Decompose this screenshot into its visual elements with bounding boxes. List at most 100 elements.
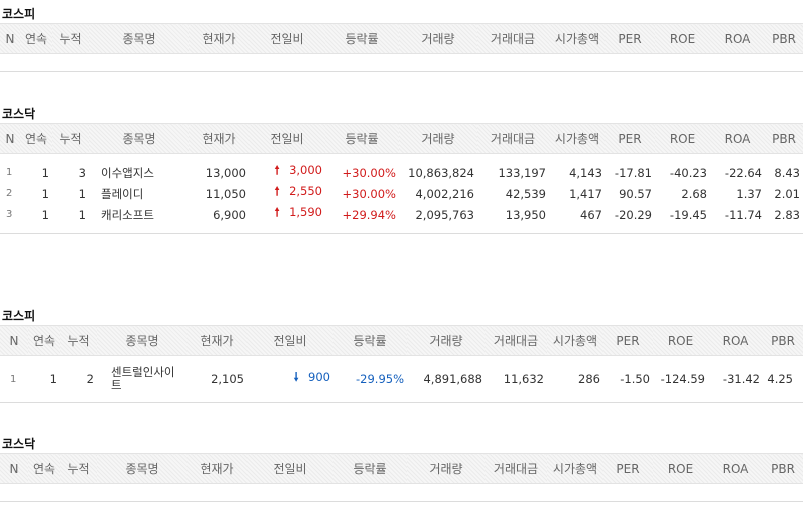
col-header-volume[interactable]: 거래량 [399,23,477,54]
col-header-change[interactable]: 전일비 [247,453,333,484]
col-header-roe[interactable]: ROE [655,23,710,54]
col-header-mktcap[interactable]: 시가총액 [547,453,603,484]
col-header-volume[interactable]: 거래량 [407,453,485,484]
pbr-value: 8.43 [774,165,800,180]
stock-table: N 연속 누적 종목명 현재가 전일비 등락률 거래량 거래대금 시가총액 PE… [0,453,803,502]
col-header-change[interactable]: 전일비 [247,325,333,356]
col-header-mktcap[interactable]: 시가총액 [549,23,605,54]
col-header-total[interactable]: 누적 [60,325,97,356]
col-header-rate[interactable]: 등락률 [333,325,407,356]
col-header-amount[interactable]: 거래대금 [477,123,549,154]
section-kosdaq-upper: 코스닥 N 연속 누적 종목명 현재가 전일비 등락률 거래량 거래대금 시가총… [0,105,803,240]
col-header-change[interactable]: 전일비 [249,23,325,54]
per-value: -20.29 [614,207,652,222]
col-header-roa[interactable]: ROA [710,23,765,54]
roa-value: -31.42 [708,355,763,403]
col-header-streak[interactable]: 연속 [20,123,52,154]
section-kosdaq-lower: 코스닥 N 연속 누적 종목명 현재가 전일비 등락률 거래량 거래대금 시가총… [0,435,803,505]
col-header-pbr[interactable]: PBR [763,453,803,484]
col-header-n[interactable]: N [0,23,20,54]
change-cell: 🠕 2,550 [249,183,325,204]
current-price: 6,900 [213,207,246,222]
stock-name-link[interactable]: 캐리소프트 [89,204,189,225]
col-header-roe[interactable]: ROE [653,325,708,356]
stock-name-link[interactable]: 플레이디 [89,183,189,204]
col-header-price[interactable]: 현재가 [187,453,247,484]
total-count: 3 [78,165,86,180]
col-header-volume[interactable]: 거래량 [407,325,485,356]
stock-name-link[interactable]: 센트럴인사이트 [97,355,187,403]
empty-row [0,53,803,72]
section-kospi-lower: 코스피 N 연속 누적 종목명 현재가 전일비 등락률 거래량 거래대금 시가총… [0,307,803,403]
col-header-n[interactable]: N [0,325,28,356]
col-header-per[interactable]: PER [603,453,653,484]
col-header-volume[interactable]: 거래량 [399,123,477,154]
col-header-roa[interactable]: ROA [710,123,765,154]
col-header-pbr[interactable]: PBR [765,23,803,54]
volume: 10,863,824 [408,165,474,180]
col-header-per[interactable]: PER [603,325,653,356]
col-header-streak[interactable]: 연속 [28,453,60,484]
rank-number: 2 [6,188,13,199]
col-header-roe[interactable]: ROE [653,453,708,484]
col-header-rate[interactable]: 등락률 [325,123,399,154]
col-header-roa[interactable]: ROA [708,325,763,356]
col-header-n[interactable]: N [0,453,28,484]
col-header-price[interactable]: 현재가 [187,325,247,356]
col-header-rate[interactable]: 등락률 [325,23,399,54]
col-header-pbr[interactable]: PBR [765,123,803,154]
stock-table: N 연속 누적 종목명 현재가 전일비 등락률 거래량 거래대금 시가총액 PE… [0,123,803,234]
col-header-roa[interactable]: ROA [708,453,763,484]
col-header-n[interactable]: N [0,123,20,154]
col-header-name[interactable]: 종목명 [97,453,187,484]
col-header-mktcap[interactable]: 시가총액 [547,325,603,356]
roe-value: -124.59 [653,355,708,403]
current-price: 13,000 [205,165,246,180]
col-header-price[interactable]: 현재가 [189,123,249,154]
trade-amount: 11,632 [485,355,547,403]
table-row: 2 1 1 플레이디 11,050 🠕 2,550 +30.00% 4,002,2… [0,183,803,204]
per-value: 90.57 [619,186,652,201]
col-header-name[interactable]: 종목명 [89,23,189,54]
col-header-pbr[interactable]: PBR [763,325,803,356]
change-value: 900 [308,369,330,384]
col-header-amount[interactable]: 거래대금 [485,453,547,484]
col-header-amount[interactable]: 거래대금 [485,325,547,356]
total-count: 1 [78,186,86,201]
col-header-change[interactable]: 전일비 [249,123,325,154]
current-price: 2,105 [187,355,247,403]
trade-amount: 133,197 [498,165,546,180]
col-header-per[interactable]: PER [605,23,655,54]
col-header-amount[interactable]: 거래대금 [477,23,549,54]
total-count: 1 [78,207,86,222]
pbr-value: 2.83 [774,207,800,222]
section-title: 코스닥 [2,437,36,451]
roa-value: -22.64 [724,165,762,180]
market-cap: 286 [547,355,603,403]
col-header-name[interactable]: 종목명 [89,123,189,154]
col-header-total[interactable]: 누적 [52,123,89,154]
col-header-price[interactable]: 현재가 [189,23,249,54]
empty-row [0,483,803,502]
section-title: 코스닥 [2,107,36,121]
stock-table: N 연속 누적 종목명 현재가 전일비 등락률 거래량 거래대금 시가총액 PE… [0,325,803,403]
col-header-mktcap[interactable]: 시가총액 [549,123,605,154]
col-header-name[interactable]: 종목명 [97,325,187,356]
col-header-roe[interactable]: ROE [655,123,710,154]
col-header-streak[interactable]: 연속 [20,23,52,54]
streak-count: 1 [41,207,49,222]
stock-name-link[interactable]: 이수앱지스 [89,162,189,183]
total-count: 2 [60,355,97,403]
streak-count: 1 [28,355,60,403]
col-header-per[interactable]: PER [605,123,655,154]
col-header-total[interactable]: 누적 [60,453,97,484]
streak-count: 1 [41,165,49,180]
change-cell: 🠕 3,000 [249,162,325,183]
trade-amount: 13,950 [505,207,546,222]
col-header-streak[interactable]: 연속 [28,325,60,356]
col-header-total[interactable]: 누적 [52,23,89,54]
roe-value: -19.45 [669,207,707,222]
pbr-value: 2.01 [774,186,800,201]
change-value: 1,590 [289,205,322,219]
col-header-rate[interactable]: 등락률 [333,453,407,484]
